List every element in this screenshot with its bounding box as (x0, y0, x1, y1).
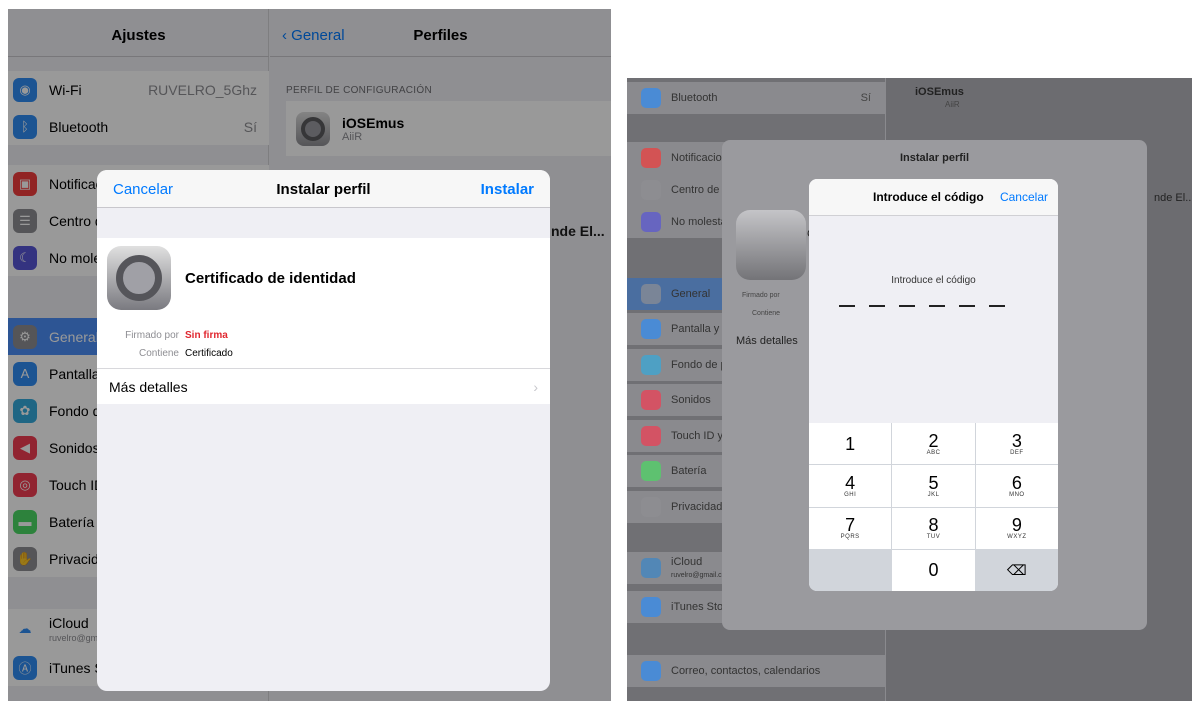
sheet-navbar: Cancelar Instalar perfil Instalar (97, 170, 550, 208)
key-9[interactable]: 9 WXYZ (975, 507, 1058, 549)
sidebar-item-label: Privacidad (671, 501, 723, 513)
mail-icon (641, 661, 661, 681)
passcode-dash (929, 305, 945, 307)
key-8[interactable]: 8 TUV (892, 507, 975, 549)
key-digit: 2 (928, 430, 939, 451)
key-digit: 9 (1011, 515, 1022, 536)
hand-icon (641, 497, 661, 517)
profile-name: iOSEmus (915, 86, 964, 98)
key-7[interactable]: 7 PQRS (809, 507, 892, 549)
left-screenshot: Ajustes ◉ Wi-Fi RUVELRO_5Ghz ᛒ Bluetooth… (8, 9, 611, 701)
certificate-card: Certificado de identidad Firmado por Sin … (97, 238, 550, 368)
key-letters: WXYZ (1007, 534, 1027, 541)
signed-by-value: Sin firma (185, 330, 228, 341)
key-digit: 5 (928, 472, 939, 493)
key-digit: 0 (928, 560, 939, 581)
key-digit: 4 (845, 472, 856, 493)
key-3[interactable]: 3 DEF (975, 423, 1058, 465)
numeric-keypad: 1 2 ABC 3 DEF 4 GHI 5 JKL 6 MNO 7 PQRS 8 TUV 9W… (809, 423, 1058, 591)
signed-by-label: Firmado por (125, 330, 179, 341)
appstore-icon (641, 597, 661, 617)
key-4[interactable]: 4 GHI (809, 465, 892, 507)
passcode-dash (959, 305, 975, 307)
settings-gear-icon (107, 246, 171, 310)
sheet-title: Instalar perfil (899, 152, 970, 164)
sidebar-item-label: Batería (671, 465, 707, 477)
key-6[interactable]: 6 MNO (975, 465, 1058, 507)
bluetooth-icon (641, 88, 661, 108)
key-letters: JKL (927, 491, 940, 498)
install-profile-sheet: Cancelar Instalar perfil Instalar Certif… (97, 170, 550, 691)
backspace-icon: ⌫ (1006, 562, 1027, 579)
passcode-entry[interactable] (839, 305, 1005, 307)
cloud-icon (641, 558, 661, 578)
key-digit: 1 (845, 433, 856, 454)
passcode-navbar: Introduce el código Cancelar (809, 179, 1058, 216)
more-details-row[interactable]: Más detalles › (97, 368, 550, 404)
passcode-prompt: Introduce el código (891, 275, 976, 286)
more-details-label: Más detalles (736, 335, 798, 347)
sidebar-item-label: General (671, 288, 711, 300)
contains-label: Contiene (752, 310, 781, 317)
more-details-label: Más detalles (109, 378, 188, 395)
signed-by-line: Firmado por Sin firma (97, 330, 228, 341)
install-button[interactable]: Instalar (481, 181, 534, 198)
key-letters: TUV (926, 534, 941, 541)
contains-line: Contiene Certificado (97, 348, 233, 359)
battery-icon (641, 461, 661, 481)
sidebar-item-mail[interactable]: Correo, contactos, calendarios (627, 655, 885, 687)
key-1[interactable]: 1 (809, 423, 892, 465)
contains-value: Certificado (185, 348, 233, 359)
key-digit: 7 (845, 515, 856, 536)
sidebar-item-bluetooth[interactable]: Bluetooth Sí (627, 82, 885, 114)
key-0[interactable]: 0 (892, 549, 975, 591)
gear-icon (641, 284, 661, 304)
display-icon (641, 319, 661, 339)
passcode-dash (989, 305, 1005, 307)
key-letters: PQRS (840, 534, 860, 541)
delete-key[interactable]: ⌫ (975, 549, 1058, 591)
chevron-right-icon: › (533, 378, 538, 395)
key-letters: ABC (926, 449, 941, 456)
certificate-name: Certificado de identidad (185, 270, 356, 287)
profile-sub: AiiR (945, 100, 960, 109)
key-letters: DEF (1010, 449, 1024, 456)
key-digit: 8 (928, 515, 939, 536)
key-digit: 6 (1011, 472, 1022, 493)
cancel-button[interactable]: Cancelar (1000, 190, 1048, 204)
sound-icon (641, 390, 661, 410)
passcode-sheet: Introduce el código Cancelar Introduce e… (809, 179, 1058, 591)
detail-peek-text: nde El... (551, 223, 605, 239)
moon-icon (641, 212, 661, 232)
key-empty (809, 549, 892, 591)
control-center-icon (641, 180, 661, 200)
sidebar-item-label: iCloud (671, 556, 703, 568)
right-screenshot: Bluetooth Sí Notificaciones Centro de co… (627, 78, 1192, 701)
sidebar-item-label: Correo, contactos, calendarios (671, 665, 821, 677)
key-2[interactable]: 2 ABC (892, 423, 975, 465)
key-5[interactable]: 5 JKL (892, 465, 975, 507)
detail-peek-text: nde El... (1154, 192, 1192, 204)
key-letters: GHI (844, 491, 857, 498)
signed-by-label: Firmado por (742, 292, 780, 299)
contains-label: Contiene (138, 348, 179, 359)
wallpaper-icon (641, 355, 661, 375)
sidebar-item-label: Sonidos (671, 394, 711, 406)
passcode-dash (839, 305, 855, 307)
key-digit: 3 (1011, 430, 1022, 451)
passcode-dash (899, 305, 915, 307)
notifications-icon (641, 148, 661, 168)
passcode-dash (869, 305, 885, 307)
sidebar-item-value: Sí (860, 92, 871, 104)
key-letters: MNO (1009, 491, 1025, 498)
fingerprint-icon (641, 426, 661, 446)
sidebar-item-label: Bluetooth (671, 92, 718, 104)
passcode-title: Introduce el código (873, 190, 984, 204)
settings-gear-icon (736, 210, 806, 280)
